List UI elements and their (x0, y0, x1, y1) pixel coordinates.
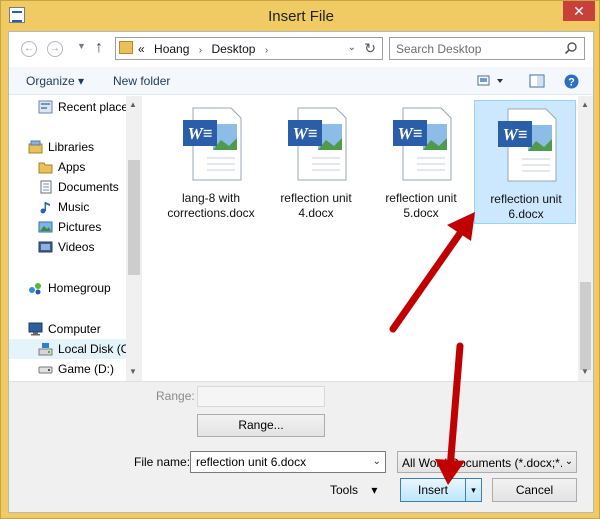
file-name: reflection unit 6.docx (490, 192, 562, 221)
insert-button-label[interactable]: Insert (401, 479, 465, 501)
nav-item-pictures[interactable]: Pictures (9, 217, 126, 237)
dialog-client: ← → ▼ ↑ « Hoang › Desktop › ⌄ ↻ Search D… (8, 31, 594, 513)
range-field (197, 386, 325, 407)
change-view-icon[interactable] (477, 74, 505, 88)
bottom-panel: Range: Range... File name: ⌄ All Word Do… (9, 381, 593, 512)
help-icon[interactable]: ? (564, 74, 579, 89)
svg-text:W≡: W≡ (293, 124, 318, 143)
documents-icon (40, 180, 52, 194)
address-bar[interactable]: « Hoang › Desktop › ⌄ ↻ (115, 37, 383, 60)
file-list-scrollbar[interactable]: ▲ ▼ (578, 96, 593, 381)
nav-item-recent-places[interactable]: Recent places (9, 97, 134, 117)
nav-item-computer[interactable]: Computer (9, 319, 126, 339)
breadcrumb-separator[interactable]: › (265, 45, 268, 56)
word-document-icon: W≡ (393, 107, 452, 181)
nav-item-homegroup[interactable]: Homegroup (9, 278, 126, 298)
file-list: W≡ lang-8 with corrections.docx W≡ reflec… (142, 96, 578, 381)
search-icon[interactable] (564, 41, 578, 55)
organize-menu[interactable]: Organize ▾ (26, 74, 84, 88)
scroll-down-arrow-icon[interactable]: ▼ (581, 367, 589, 376)
window-title: Insert File (268, 8, 334, 25)
svg-text:W≡: W≡ (188, 124, 213, 143)
svg-text:W≡: W≡ (398, 124, 423, 143)
insert-file-dialog: Insert File ✕ ← → ▼ ↑ « Hoang › Desktop … (0, 0, 600, 519)
pictures-icon (38, 221, 53, 233)
file-name-combobox[interactable]: ⌄ (190, 451, 386, 473)
address-dropdown-chevron-down-icon[interactable]: ⌄ (348, 42, 356, 53)
scroll-up-arrow-icon[interactable]: ▲ (581, 100, 589, 109)
navigation-scrollbar[interactable]: ▲ ▼ (126, 96, 142, 381)
word-document-icon: W≡ (498, 108, 557, 182)
new-folder-button[interactable]: New folder (113, 74, 170, 88)
scroll-down-arrow-icon[interactable]: ▼ (129, 367, 137, 376)
insert-button[interactable]: Insert ▾ (400, 478, 482, 502)
music-icon (40, 202, 50, 214)
file-name: reflection unit 5.docx (385, 191, 457, 220)
file-item[interactable]: W≡ reflection unit 4.docx (265, 100, 367, 224)
refresh-icon[interactable]: ↻ (364, 40, 376, 57)
nav-item-videos[interactable]: Videos (9, 237, 126, 257)
chevron-down-icon[interactable]: ⌄ (562, 452, 576, 472)
nav-item-documents[interactable]: Documents (9, 177, 126, 197)
svg-text:W≡: W≡ (503, 125, 528, 144)
address-row: ← → ▼ ↑ « Hoang › Desktop › ⌄ ↻ (9, 32, 593, 66)
nav-item-libraries[interactable]: Libraries (9, 137, 126, 157)
svg-text:?: ? (568, 77, 575, 89)
word-document-icon: W≡ (288, 107, 347, 181)
breadcrumb-separator[interactable]: › (199, 45, 202, 56)
cancel-button[interactable]: Cancel (492, 478, 577, 502)
nav-item-local-disk-c[interactable]: Local Disk (C:) (9, 339, 137, 359)
file-name: lang-8 with corrections.docx (167, 191, 255, 220)
folder-icon (38, 162, 53, 174)
tools-menu[interactable]: Tools ▾ (330, 483, 377, 497)
drive-icon (38, 366, 53, 374)
close-button[interactable]: ✕ (563, 1, 595, 21)
file-type-select[interactable]: All Word Documents (*.docx;*.d ⌄ (397, 451, 577, 473)
range-label: Range: (156, 389, 195, 403)
file-item[interactable]: W≡ lang-8 with corrections.docx (160, 100, 262, 224)
nav-item-apps[interactable]: Apps (9, 157, 126, 177)
breadcrumb-item-hoang[interactable]: Hoang (154, 42, 189, 56)
breadcrumb-overflow[interactable]: « (138, 42, 145, 56)
file-name-label: File name: (134, 455, 191, 469)
back-button[interactable]: ← (21, 41, 37, 57)
navigation-scroll-thumb[interactable] (128, 160, 140, 275)
nav-item-game-d[interactable]: Game (D:) (9, 359, 126, 379)
up-button[interactable]: ↑ (95, 39, 103, 57)
libraries-icon (28, 140, 43, 154)
chevron-down-icon[interactable]: ⌄ (373, 456, 381, 467)
breadcrumb: « Hoang › Desktop › (138, 42, 274, 56)
file-type-value: All Word Documents (*.docx;*.d (402, 456, 570, 470)
folder-icon (119, 41, 133, 54)
search-box[interactable] (389, 37, 585, 60)
breadcrumb-item-desktop[interactable]: Desktop (211, 42, 255, 56)
file-item-selected[interactable]: W≡ reflection unit 6.docx (474, 100, 576, 224)
nav-item-music[interactable]: Music (9, 197, 126, 217)
range-button[interactable]: Range... (197, 414, 325, 437)
title-bar: Insert File ✕ (1, 1, 600, 31)
file-name: reflection unit 4.docx (280, 191, 352, 220)
search-input[interactable] (396, 41, 556, 56)
videos-icon (38, 241, 53, 253)
recent-locations-chevron-down-icon[interactable]: ▼ (77, 41, 86, 51)
homegroup-icon (29, 283, 41, 295)
chevron-down-icon: ▾ (371, 483, 378, 497)
scroll-up-arrow-icon[interactable]: ▲ (129, 100, 137, 109)
preview-pane-icon[interactable] (529, 74, 545, 88)
forward-button[interactable]: → (47, 41, 63, 57)
navigation-pane: Recent places Libraries Apps Documents M… (9, 96, 142, 381)
command-bar: Organize ▾ New folder ? (9, 67, 593, 95)
file-item[interactable]: W≡ reflection unit 5.docx (370, 100, 472, 224)
file-list-scroll-thumb[interactable] (580, 282, 591, 370)
recent-places-icon (38, 100, 53, 114)
local-disk-icon (38, 343, 53, 356)
computer-icon (28, 322, 43, 336)
insert-options-chevron-down-icon[interactable]: ▾ (465, 479, 481, 501)
word-document-icon: W≡ (183, 107, 242, 181)
file-name-field[interactable] (196, 455, 364, 469)
